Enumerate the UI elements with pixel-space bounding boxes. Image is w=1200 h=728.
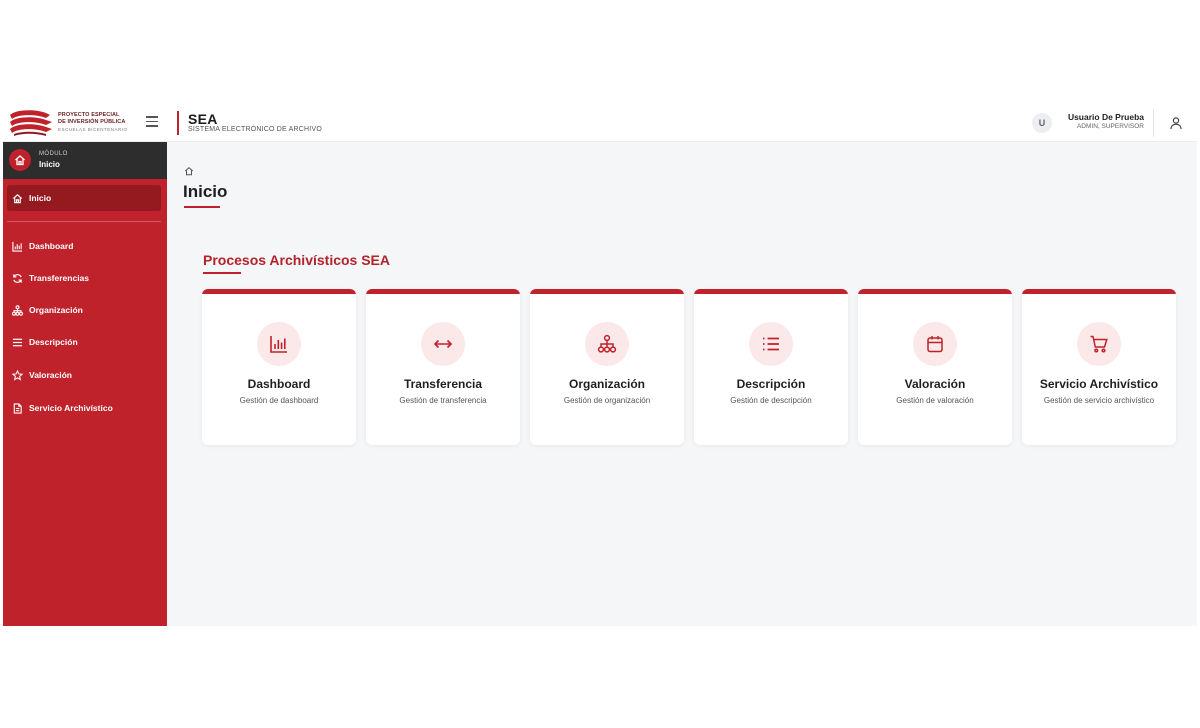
- refresh-icon: [13, 273, 22, 283]
- card-title: Descripción: [736, 377, 806, 391]
- page-title-underline: [184, 206, 220, 208]
- sidebar-item-descripcion[interactable]: Descripción: [7, 329, 161, 355]
- sidebar-item-label: Transferencias: [29, 273, 90, 283]
- sidebar-item-servicio-archivistico[interactable]: Servicio Archivístico: [7, 395, 161, 421]
- header-divider: [1153, 109, 1154, 137]
- sidebar-item-dashboard[interactable]: Dashboard: [7, 233, 161, 259]
- sidebar-item-organizacion[interactable]: Organización: [7, 297, 161, 323]
- document-icon: [13, 402, 22, 414]
- menu-toggle-icon[interactable]: [146, 116, 158, 128]
- section-title: Procesos Archivísticos SEA: [203, 252, 391, 268]
- card-description: Gestión de dashboard: [239, 396, 319, 405]
- sitemap-icon: [597, 334, 617, 353]
- sidebar-item-label: Dashboard: [29, 241, 74, 251]
- brand-title: SEA: [188, 111, 218, 127]
- user-name: Usuario De Prueba: [1067, 112, 1144, 122]
- page-title: Inicio: [183, 182, 228, 201]
- breadcrumb-home-icon[interactable]: [184, 166, 194, 176]
- user-role: ADMIN, SUPERVISOR: [1076, 123, 1144, 130]
- card-description: Gestión de transferencia: [399, 396, 487, 405]
- app-window: PROYECTO ESPECIAL DE INVERSIÓN PÚBLICA E…: [3, 103, 1197, 626]
- card-title: Valoración: [904, 377, 966, 391]
- section-title-underline: [203, 272, 241, 274]
- sidebar-item-label: Organización: [29, 305, 83, 315]
- card-organizacion[interactable]: Organización Gestión de organización: [530, 289, 684, 445]
- sidebar-item-label: Descripción: [29, 337, 78, 347]
- module-value: Inicio: [39, 160, 60, 169]
- card-description: Gestión de descripción: [730, 396, 812, 405]
- module-label: MÓDULO: [39, 151, 68, 157]
- module-indicator: MÓDULO Inicio: [3, 142, 167, 179]
- card-title: Dashboard: [247, 377, 311, 391]
- brand-accent-bar: [177, 111, 179, 135]
- sidebar-item-valoracion[interactable]: Valoración: [7, 362, 161, 388]
- card-dashboard[interactable]: Dashboard Gestión de dashboard: [202, 289, 356, 445]
- list-icon: [763, 337, 779, 351]
- sidebar-divider: [7, 221, 161, 222]
- sitemap-icon: [12, 304, 23, 316]
- card-servicio-archivistico[interactable]: Servicio Archivístico Gestión de servici…: [1022, 289, 1176, 445]
- user-profile-icon[interactable]: [1169, 116, 1183, 130]
- card-icon-circle: [749, 322, 793, 366]
- card-icon-circle: [585, 322, 629, 366]
- card-description: Gestión de servicio archivístico: [1043, 396, 1155, 405]
- bar-chart-icon: [270, 336, 287, 353]
- calendar-icon: [927, 336, 943, 353]
- list-icon: [12, 338, 23, 346]
- top-header: PROYECTO ESPECIAL DE INVERSIÓN PÚBLICA E…: [3, 103, 1197, 142]
- card-icon-circle: [421, 322, 465, 366]
- card-transferencia[interactable]: Transferencia Gestión de transferencia: [366, 289, 520, 445]
- logo-text: PROYECTO ESPECIAL DE INVERSIÓN PÚBLICA E…: [58, 112, 128, 132]
- home-icon: [12, 193, 23, 203]
- module-home-icon: [9, 149, 31, 171]
- sidebar-item-transferencias[interactable]: Transferencias: [7, 265, 161, 291]
- sidebar: MÓDULO Inicio Inicio Dashboard Transfere…: [3, 142, 167, 626]
- card-title: Servicio Archivístico: [1039, 377, 1159, 391]
- sidebar-item-inicio[interactable]: Inicio: [7, 185, 161, 211]
- sidebar-item-label: Servicio Archivístico: [29, 403, 113, 413]
- brand-subtitle: SISTEMA ELECTRÓNICO DE ARCHIVO: [188, 126, 322, 133]
- card-descripcion[interactable]: Descripción Gestión de descripción: [694, 289, 848, 445]
- user-avatar[interactable]: U: [1032, 113, 1052, 133]
- arrows-horizontal-icon: [433, 339, 453, 349]
- card-description: Gestión de valoración: [896, 396, 974, 405]
- cart-icon: [1090, 335, 1108, 353]
- card-icon-circle: [1077, 322, 1121, 366]
- sidebar-item-label: Valoración: [29, 370, 72, 380]
- card-title: Transferencia: [403, 377, 483, 391]
- card-description: Gestión de organización: [563, 396, 651, 405]
- card-valoracion[interactable]: Valoración Gestión de valoración: [858, 289, 1012, 445]
- bar-chart-icon: [12, 241, 23, 252]
- sidebar-item-label: Inicio: [29, 193, 52, 203]
- card-icon-circle: [913, 322, 957, 366]
- card-title: Organización: [568, 377, 645, 391]
- card-icon-circle: [257, 322, 301, 366]
- logo-icon: [10, 110, 52, 136]
- star-icon: [12, 369, 23, 381]
